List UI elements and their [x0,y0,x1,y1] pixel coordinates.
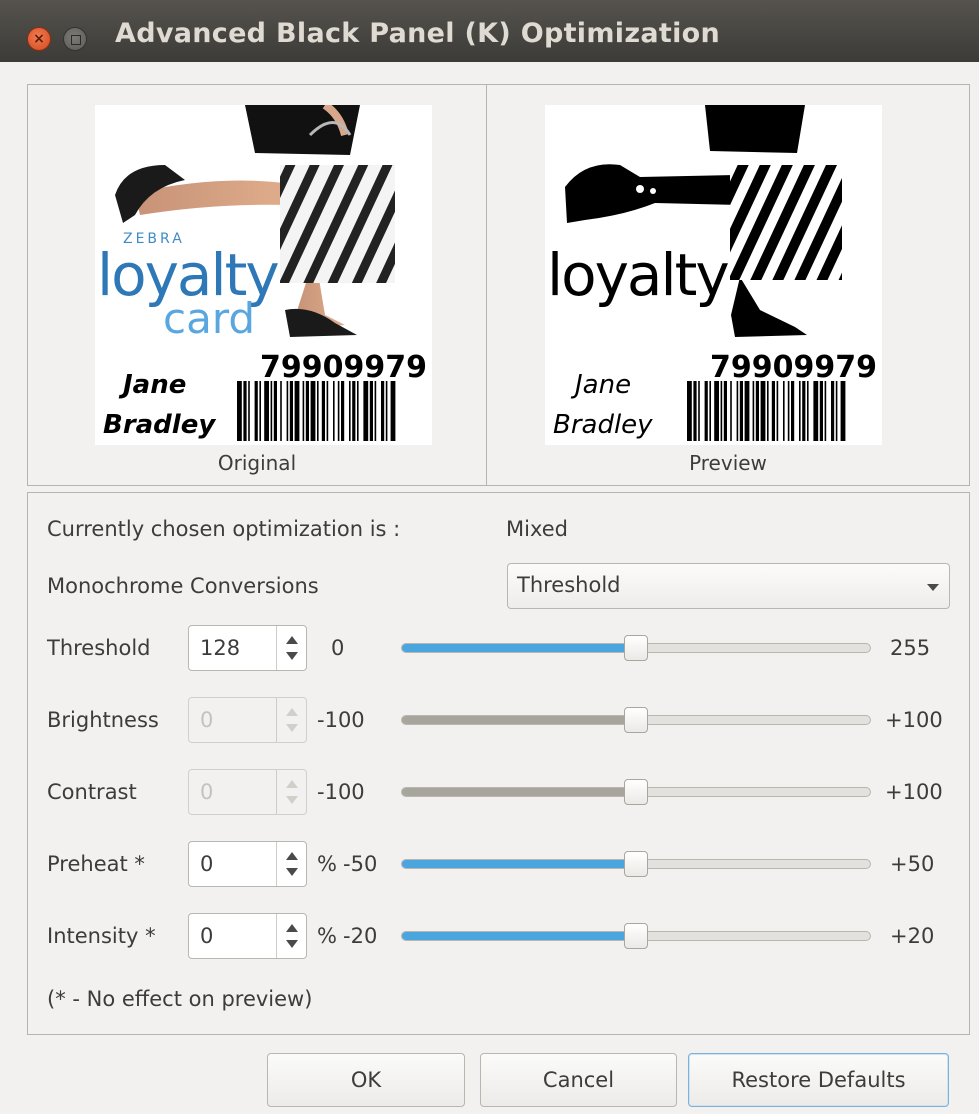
arrow-down-icon[interactable] [286,868,298,876]
contrast-slider-handle [624,779,648,805]
intensity-stepper[interactable] [276,914,306,958]
contrast-stepper [276,770,306,814]
intensity-spinbox[interactable]: 0 [188,913,307,959]
intensity-min: -20 [343,924,378,948]
preview-image-panel: loyalty 79909979 Jane Bradley Preview [486,84,970,486]
brightness-slider [401,707,871,733]
threshold-slider-handle[interactable] [624,635,648,661]
threshold-spinbox[interactable]: 128 [188,625,307,671]
preview-card-number: 79909979 [710,350,877,385]
cancel-button[interactable]: Cancel [480,1053,677,1107]
preview-last-name: Bradley [553,410,653,440]
title-bar: × Advanced Black Panel (K) Optimization [0,0,979,62]
arrow-up-icon[interactable] [286,924,298,932]
current-optimization-value: Mixed [506,517,568,541]
preview-barcode [687,381,846,441]
intensity-label: Intensity * [47,924,156,948]
contrast-label: Contrast [47,780,137,804]
arrow-down-icon [286,796,298,804]
restore-defaults-button[interactable]: Restore Defaults [688,1053,949,1107]
preview-first-name: Jane [570,370,631,400]
window-title: Advanced Black Panel (K) Optimization [115,18,720,49]
preheat-slider-fill [402,860,636,868]
intensity-unit: % [317,924,337,948]
monochrome-select-value: Threshold [517,573,621,597]
preheat-slider-handle[interactable] [624,851,648,877]
brightness-stepper [276,698,306,742]
current-optimization-label: Currently chosen optimization is : [47,517,401,541]
intensity-value: 0 [200,924,214,948]
card-first-name: Jane [118,370,186,400]
brightness-label: Brightness [47,708,159,732]
threshold-min: 0 [331,636,345,660]
arrow-up-icon [286,780,298,788]
intensity-slider-fill [402,932,636,940]
threshold-max: 255 [890,636,931,660]
preheat-label: Preheat * [47,852,145,876]
preview-caption: Preview [689,451,767,475]
arrow-down-icon[interactable] [286,940,298,948]
maximize-icon[interactable] [63,27,87,51]
intensity-slider[interactable] [401,923,871,949]
contrast-min: -100 [317,780,365,804]
footnote: (* - No effect on preview) [47,987,313,1011]
preheat-spinbox[interactable]: 0 [188,841,307,887]
preheat-slider[interactable] [401,851,871,877]
contrast-slider-fill [402,788,636,796]
preheat-min: -50 [343,852,378,876]
threshold-stepper[interactable] [276,626,306,670]
card-number: 79909979 [260,350,427,385]
threshold-value: 128 [200,636,241,660]
threshold-slider[interactable] [401,635,871,661]
preheat-stepper[interactable] [276,842,306,886]
preheat-max: +50 [890,852,935,876]
brightness-min: -100 [317,708,365,732]
settings-panel: Currently chosen optimization is : Mixed… [27,492,970,1035]
brightness-slider-fill [402,716,636,724]
arrow-up-icon[interactable] [286,852,298,860]
brightness-value: 0 [200,708,214,732]
contrast-spinbox: 0 [188,769,307,815]
intensity-max: +20 [890,924,935,948]
contrast-value: 0 [200,780,214,804]
preview-card-image: loyalty 79909979 Jane Bradley [545,105,882,445]
arrow-down-icon[interactable] [286,652,298,660]
preheat-unit: % [317,852,337,876]
ok-button[interactable]: OK [267,1053,465,1107]
preview-brand-line1: loyalty [547,241,728,309]
barcode [237,381,396,441]
intensity-slider-handle[interactable] [624,923,648,949]
arrow-up-icon [286,708,298,716]
original-caption: Original [217,451,297,475]
card-last-name: Bradley [103,410,216,440]
arrow-down-icon [286,724,298,732]
contrast-max: +100 [885,780,943,804]
original-card-image: ZEBRA loyalty card 79909979 Jane Bradley [95,105,432,445]
brand-line2: card [163,294,255,343]
threshold-label: Threshold [47,636,151,660]
original-image-panel: ZEBRA loyalty card 79909979 Jane Bradley… [27,84,487,486]
contrast-slider [401,779,871,805]
brightness-max: +100 [885,708,943,732]
brightness-slider-handle [624,707,648,733]
arrow-up-icon[interactable] [286,636,298,644]
preheat-value: 0 [200,852,214,876]
monochrome-select[interactable]: Threshold [507,563,950,609]
close-icon[interactable]: × [27,27,51,51]
monochrome-label: Monochrome Conversions [47,574,319,598]
threshold-slider-fill [402,644,636,652]
chevron-down-icon [927,584,939,591]
brightness-spinbox: 0 [188,697,307,743]
